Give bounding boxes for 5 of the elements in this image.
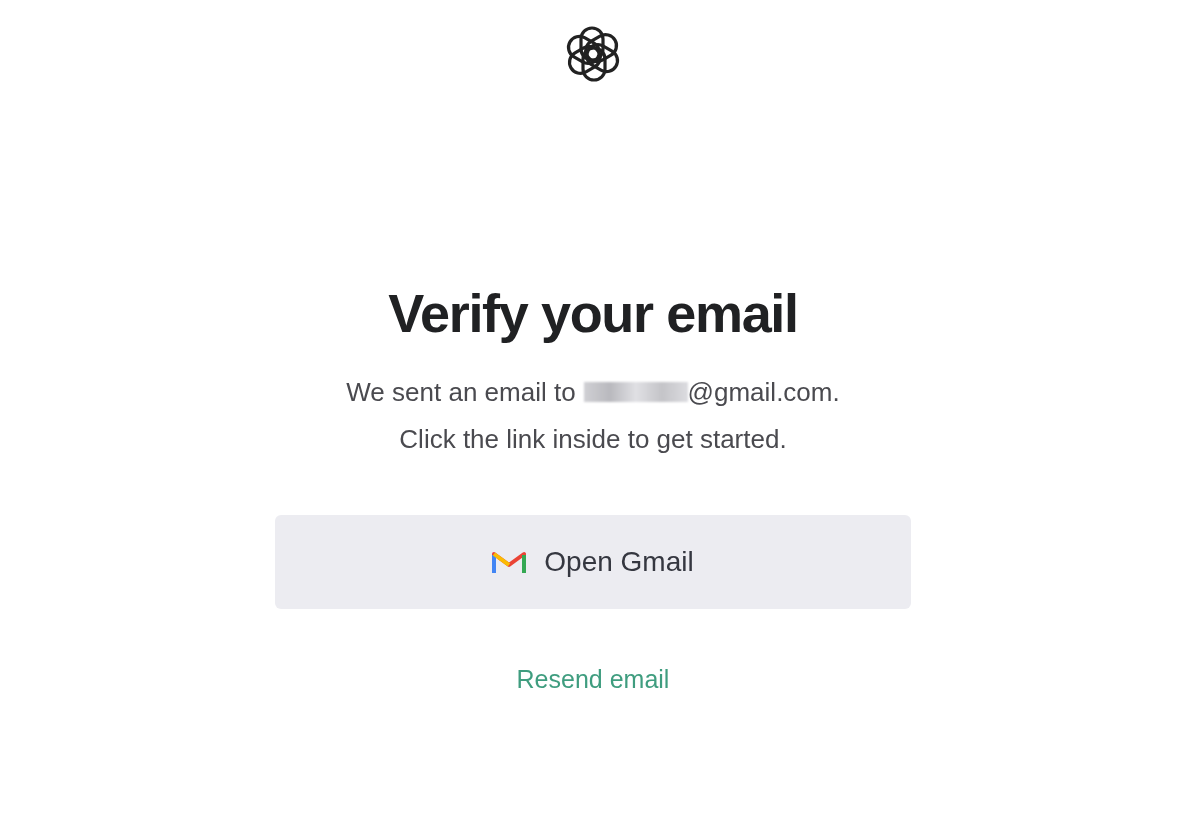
message-text: We sent an email to xyxy=(346,376,576,409)
gmail-icon xyxy=(492,549,527,575)
open-gmail-button[interactable]: Open Gmail xyxy=(275,515,911,609)
message-text: Click the link inside to get started. xyxy=(399,422,787,455)
email-domain-text: @gmail.com. xyxy=(687,376,840,409)
